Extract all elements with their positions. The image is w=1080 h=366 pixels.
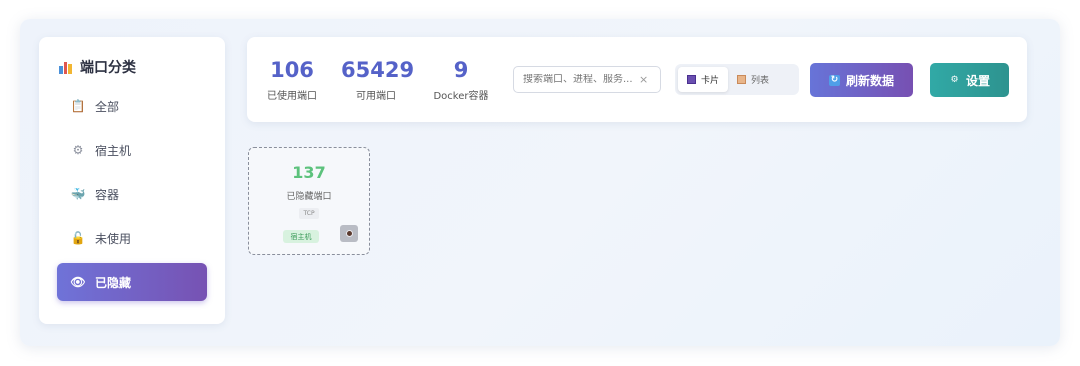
stat-value: 106 [270, 58, 314, 82]
sidebar-item-containers[interactable]: 🐳 容器 [57, 175, 207, 213]
refresh-label: 刷新数据 [845, 73, 894, 88]
unhide-button[interactable] [340, 225, 358, 242]
port-number: 137 [292, 163, 326, 182]
sidebar-item-label: 容器 [95, 187, 120, 202]
protocol-badge: TCP [299, 208, 319, 219]
sidebar-item-unused[interactable]: 🔓 未使用 [57, 219, 207, 257]
view-toggle: 卡片 列表 [675, 64, 799, 95]
stat-label: 可用端口 [356, 91, 396, 102]
refresh-icon: ↻ [828, 74, 840, 86]
stat-value: 9 [453, 58, 469, 82]
stat-label: 已使用端口 [267, 91, 317, 102]
whale-icon: 🐳 [70, 187, 86, 201]
port-card[interactable]: 137 已隐藏端口 TCP 宿主机 [248, 147, 370, 255]
sidebar-item-label: 宿主机 [95, 143, 132, 158]
search-input[interactable] [523, 74, 635, 85]
sidebar-title: 端口分类 [59, 57, 136, 77]
stat-used-ports: 106 已使用端口 [264, 57, 320, 102]
sidebar-item-host[interactable]: ⚙ 宿主机 [57, 131, 207, 169]
top-toolbar: 106 已使用端口 65429 可用端口 9 Docker容器 × 卡片 列表 [247, 37, 1027, 122]
settings-button[interactable]: ⚙ 设置 [930, 63, 1009, 97]
sidebar-nav: 📋 全部 ⚙ 宿主机 🐳 容器 🔓 未使用 👁 已隐藏 [57, 87, 207, 307]
gear-icon: ⚙ [72, 143, 84, 157]
eye-icon [345, 230, 353, 237]
gear-icon: ⚙ [950, 75, 959, 85]
port-status-label: 已隐藏端口 [286, 192, 332, 202]
clear-icon[interactable]: × [639, 73, 648, 86]
sidebar-title-text: 端口分类 [80, 60, 136, 76]
view-card-button[interactable]: 卡片 [678, 67, 729, 92]
sidebar: 端口分类 📋 全部 ⚙ 宿主机 🐳 容器 🔓 未使用 👁 已隐藏 [39, 37, 225, 324]
sidebar-item-label: 已隐藏 [95, 275, 132, 290]
stat-available-ports: 65429 可用端口 [341, 57, 415, 102]
settings-label: 设置 [965, 73, 990, 88]
view-list-button[interactable]: 列表 [728, 67, 778, 92]
host-tag: 宿主机 [283, 230, 319, 243]
unlock-icon: 🔓 [70, 231, 86, 245]
bar-chart-icon [59, 61, 73, 74]
list-view-icon [737, 75, 747, 84]
app-window: 端口分类 📋 全部 ⚙ 宿主机 🐳 容器 🔓 未使用 👁 已隐藏 106 已使用… [20, 19, 1060, 346]
view-list-label: 列表 [751, 76, 770, 86]
stat-label: Docker容器 [433, 91, 489, 102]
sidebar-item-all[interactable]: 📋 全部 [57, 87, 207, 125]
stat-value: 65429 [341, 58, 415, 82]
sidebar-item-hidden[interactable]: 👁 已隐藏 [57, 263, 207, 301]
search-box: × [513, 66, 661, 93]
eye-icon: 👁 [70, 275, 86, 289]
sidebar-item-label: 未使用 [95, 231, 132, 246]
stat-docker-containers: 9 Docker容器 [430, 57, 492, 102]
card-view-icon [687, 75, 696, 84]
sidebar-item-label: 全部 [95, 99, 120, 114]
view-card-label: 卡片 [701, 76, 720, 86]
clipboard-icon: 📋 [70, 99, 86, 113]
refresh-button[interactable]: ↻ 刷新数据 [810, 63, 913, 97]
